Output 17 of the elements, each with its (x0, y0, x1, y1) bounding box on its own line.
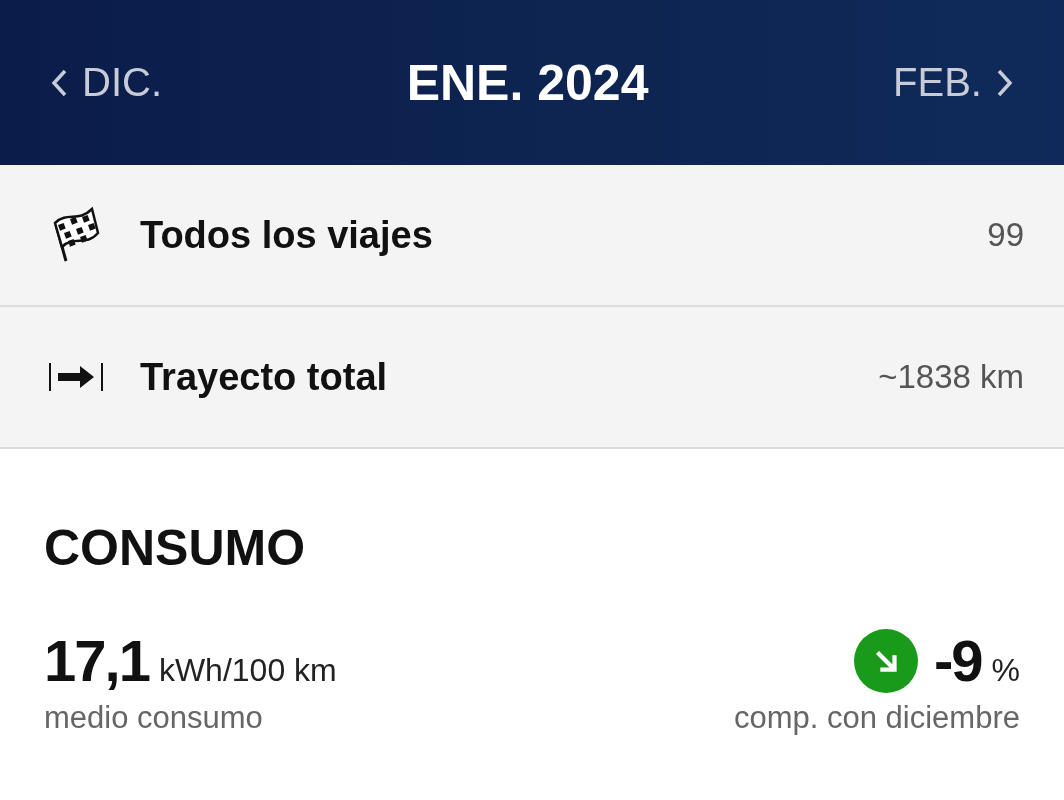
trend-caption: comp. con diciembre (734, 700, 1020, 736)
chevron-left-icon (50, 67, 68, 98)
distance-arrow-icon (48, 361, 104, 393)
trend-value: -9 (933, 627, 982, 694)
consumption-caption: medio consumo (44, 700, 263, 736)
consumption-unit: kWh/100 km (158, 652, 337, 689)
previous-month-link[interactable]: DIC. (50, 60, 162, 105)
trend-unit: % (991, 652, 1020, 689)
next-month-link[interactable]: FEB. (893, 60, 1014, 105)
row-label: Todos los viajes (140, 213, 434, 257)
row-value: ~1838 km (878, 358, 1024, 396)
section-title: CONSUMO (44, 519, 307, 577)
month-title: ENE. 2024 (406, 53, 649, 112)
row-label: Trayecto total (140, 355, 389, 399)
row-value: 99 (987, 216, 1024, 254)
chevron-right-icon (996, 67, 1014, 98)
consumption-value: 17,1 (44, 627, 149, 694)
